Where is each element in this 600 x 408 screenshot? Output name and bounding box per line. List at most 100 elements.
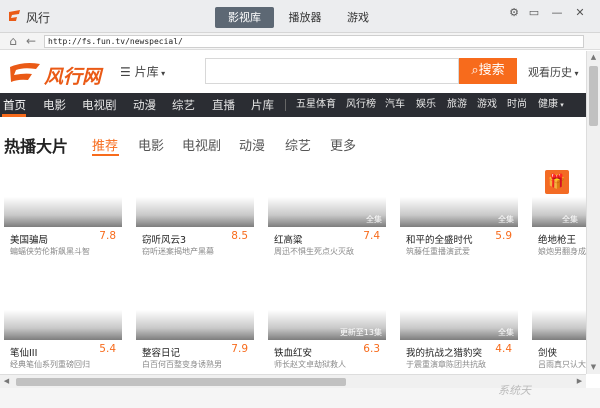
scroll-left-arrow-icon[interactable]: ◀ — [0, 375, 13, 388]
tab-games[interactable]: 游戏 — [338, 7, 378, 28]
video-thumbnail[interactable] — [136, 273, 254, 340]
section-title: 热播大片 — [4, 137, 69, 156]
video-card[interactable]: 全集 和平的全盛时代 5.9 筑藤任重播演武爱 — [400, 160, 518, 264]
video-card[interactable]: 窃听风云3 8.5 窃听迷案揭地产黑幕 — [136, 160, 254, 264]
nav-health-label: 健康 — [538, 99, 558, 110]
tab-active-indicator — [92, 154, 119, 156]
video-title[interactable]: 剑侠 — [538, 345, 557, 359]
video-card[interactable]: 全集 红高粱 7.4 周迅不惧生死点火灭敌 — [268, 160, 386, 264]
video-thumbnail[interactable] — [4, 273, 122, 340]
tab-more[interactable]: 更多 — [330, 135, 356, 154]
video-title[interactable]: 红高粱 — [274, 232, 303, 246]
tab-anime[interactable]: 动漫 — [239, 135, 265, 154]
video-score: 6.3 — [363, 343, 380, 355]
video-card[interactable]: 笔仙III 5.4 经典笔仙系列重磅回归 — [4, 273, 122, 377]
site-logo[interactable]: 风行网 — [8, 59, 103, 88]
video-card[interactable]: 全集 我的抗战之猎豹突 4.4 于震重演章陈团共抗敌 — [400, 273, 518, 377]
episode-badge: 更新至13集 — [339, 328, 382, 337]
funshion-logo-icon — [9, 10, 20, 21]
tab-variety[interactable]: 综艺 — [285, 135, 311, 154]
url-field[interactable]: http://fs.fun.tv/newspecial/ — [44, 35, 584, 48]
nav-variety[interactable]: 综艺 — [172, 93, 195, 117]
tab-recommended[interactable]: 推荐 — [92, 135, 118, 154]
title-bar: 风行 影视库 播放器 游戏 ⚙ ▭ — ✕ — [0, 0, 600, 33]
video-description: 师长赵文卓劫狱救人 — [274, 360, 346, 369]
video-card[interactable]: 更新至13集 铁血红安 6.3 师长赵文卓劫狱救人 — [268, 273, 386, 377]
scroll-down-arrow-icon[interactable]: ▼ — [587, 361, 600, 374]
gift-icon[interactable]: 🎁 — [545, 170, 569, 194]
video-card[interactable]: 整容日记 7.9 白百何百整变身诱熟男 — [136, 273, 254, 377]
video-description: 娘炮男翻身成 — [538, 247, 586, 256]
search-button-label: 搜索 — [478, 63, 505, 78]
video-title[interactable]: 整容日记 — [142, 345, 180, 359]
nav-charts[interactable]: 风行榜 — [346, 93, 376, 117]
nav-health[interactable]: 健康 ▾ — [538, 93, 564, 117]
tab-video-library[interactable]: 影视库 — [215, 7, 274, 28]
video-score: 7.9 — [231, 343, 248, 355]
video-title[interactable]: 我的抗战之猎豹突 — [406, 345, 482, 359]
video-title[interactable]: 笔仙III — [10, 345, 37, 359]
home-icon[interactable]: ⌂ — [6, 34, 20, 48]
episode-badge: 全集 — [562, 215, 578, 224]
nav-library[interactable]: 片库 — [251, 93, 274, 117]
chevron-down-icon: ▾ — [558, 101, 564, 109]
address-bar: ⌂ ← http://fs.fun.tv/newspecial/ — [0, 33, 600, 50]
video-description: 筑藤任重播演武爱 — [406, 247, 470, 256]
nav-live[interactable]: 直播 — [212, 93, 235, 117]
site-header: 风行网 ☰ 片库 ▾ ⌕搜索 观看历史 ▾ — [0, 51, 586, 93]
main-nav: 首页 电影 电视剧 动漫 综艺 直播 片库 五星体育 风行榜 汽车 娱乐 旅游 … — [0, 93, 586, 117]
video-title[interactable]: 和平的全盛时代 — [406, 232, 473, 246]
vertical-scroll-thumb[interactable] — [589, 66, 598, 126]
video-score: 7.8 — [99, 230, 116, 242]
watch-history[interactable]: 观看历史 ▾ — [528, 64, 579, 80]
search-button[interactable]: ⌕搜索 — [459, 58, 517, 84]
tab-tv-series[interactable]: 电视剧 — [182, 135, 221, 154]
video-title[interactable]: 铁血红安 — [274, 345, 312, 359]
back-arrow-icon[interactable]: ← — [24, 34, 38, 48]
video-thumbnail[interactable]: 更新至13集 — [268, 273, 386, 340]
nav-travel[interactable]: 旅游 — [447, 93, 467, 117]
video-description: 周迅不惧生死点火灭敌 — [274, 247, 354, 256]
video-score: 8.5 — [231, 230, 248, 242]
video-thumbnail[interactable] — [136, 160, 254, 227]
video-description: 白百何百整变身诱熟男 — [142, 360, 222, 369]
nav-auto[interactable]: 汽车 — [385, 93, 405, 117]
scroll-up-arrow-icon[interactable]: ▲ — [587, 51, 600, 64]
library-menu[interactable]: ☰ 片库 ▾ — [120, 63, 165, 80]
video-thumbnail[interactable]: 全集 — [400, 160, 518, 227]
video-description: 经典笔仙系列重磅回归 — [10, 360, 90, 369]
video-thumbnail[interactable]: 全集 — [400, 273, 518, 340]
minimize-icon[interactable]: — — [550, 6, 564, 20]
video-thumbnail[interactable] — [4, 160, 122, 227]
nav-tv-series[interactable]: 电视剧 — [82, 93, 117, 117]
video-title[interactable]: 美国骗局 — [10, 232, 48, 246]
tab-player[interactable]: 播放器 — [280, 7, 330, 28]
tab-movies[interactable]: 电影 — [138, 135, 164, 154]
nav-movies[interactable]: 电影 — [43, 93, 66, 117]
search-input[interactable] — [205, 58, 459, 84]
video-card[interactable]: 剑侠 吕雨真只认大 — [532, 273, 586, 377]
settings-icon[interactable]: ⚙ — [507, 6, 521, 20]
nav-fashion[interactable]: 时尚 — [507, 93, 527, 117]
nav-entertainment[interactable]: 娱乐 — [416, 93, 436, 117]
nav-sports[interactable]: 五星体育 — [296, 93, 336, 117]
nav-anime[interactable]: 动漫 — [133, 93, 156, 117]
video-title[interactable]: 窃听风云3 — [142, 232, 186, 246]
video-card[interactable]: 美国骗局 7.8 蝙蝠侠劳伦斯飙黑斗智 — [4, 160, 122, 264]
video-thumbnail[interactable]: 全集 — [268, 160, 386, 227]
restore-window-icon[interactable]: ▭ — [527, 6, 541, 20]
episode-badge: 全集 — [498, 215, 514, 224]
video-thumbnail[interactable] — [532, 273, 586, 340]
brand-name: 风行网 — [44, 66, 102, 88]
horizontal-scroll-thumb[interactable] — [16, 378, 346, 386]
scroll-right-arrow-icon[interactable]: ▶ — [573, 375, 586, 388]
chevron-down-icon: ▾ — [572, 69, 579, 78]
nav-active-indicator — [2, 114, 26, 117]
vertical-scrollbar[interactable]: ▲ ▼ — [586, 51, 600, 374]
video-title[interactable]: 绝地枪王 — [538, 232, 576, 246]
app-name: 风行 — [26, 11, 51, 25]
close-icon[interactable]: ✕ — [573, 6, 587, 20]
nav-games[interactable]: 游戏 — [477, 93, 497, 117]
video-score: 7.4 — [363, 230, 380, 242]
video-score: 5.4 — [99, 343, 116, 355]
